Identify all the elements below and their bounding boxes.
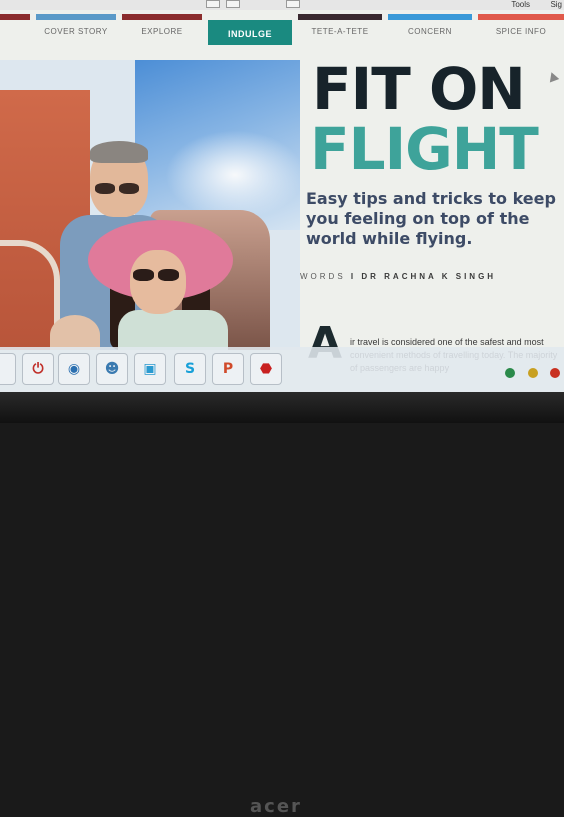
nav-tab-bar (298, 14, 382, 20)
pdf-reader-button[interactable]: ⬣ (250, 353, 282, 385)
globe-icon: ◉ (67, 361, 81, 377)
byline-prefix: WORDS (300, 272, 346, 281)
article-title-line2: FLIGHT (310, 115, 539, 183)
power-button[interactable]: ⏻ (22, 353, 54, 385)
pdf-icon: ⬣ (259, 361, 273, 377)
woman-face (130, 250, 186, 314)
byline-author: DR RACHNA K SINGH (361, 272, 497, 281)
toolbar-icon[interactable] (226, 0, 240, 8)
man-sunglasses (95, 181, 143, 194)
photo-cloud (165, 130, 300, 220)
nav-tab-concern[interactable]: CONCERN (388, 14, 472, 52)
article-subtitle: Easy tips and tricks to keep you feeling… (306, 189, 556, 248)
tools-menu[interactable]: Tools (511, 0, 530, 9)
powerpoint-icon: P (222, 361, 234, 377)
alert-icon[interactable] (550, 368, 560, 378)
app-toolbar: Tools Sig (0, 0, 564, 10)
nav-tab-label: EXPLORE (141, 27, 183, 36)
mouse-cursor (546, 70, 560, 83)
nav-tab-bar (122, 14, 202, 20)
power-icon: ⏻ (32, 361, 44, 377)
app-button-3[interactable]: ▣ (134, 353, 166, 385)
app-button-1[interactable]: ◉ (58, 353, 90, 385)
system-tray (497, 365, 560, 379)
nav-tab-label: INDULGE (228, 29, 272, 39)
article-title-line1: FIT ON (312, 55, 526, 123)
photo-woman (88, 210, 238, 350)
article-byline: WORDS I DR RACHNA K SINGH (300, 272, 496, 281)
nav-tab-tete-a-tete[interactable]: TETE-A-TETE (298, 14, 382, 52)
nav-tab-explore[interactable]: EXPLORE (122, 14, 202, 52)
app-button-2[interactable]: ☻ (96, 353, 128, 385)
toolbar-icon[interactable] (206, 0, 220, 8)
man-hair (90, 141, 148, 163)
window-icon: ▣ (143, 361, 157, 377)
skype-button[interactable]: S (174, 353, 206, 385)
nav-tab[interactable] (0, 14, 30, 52)
people-icon: ☻ (104, 361, 120, 377)
nav-tab-label: TETE-A-TETE (311, 27, 369, 36)
nav-tab-bar (36, 14, 116, 20)
sign-menu[interactable]: Sig (550, 0, 562, 9)
woman-top (118, 310, 228, 350)
nav-tab-label: CONCERN (408, 27, 452, 36)
nav-tab-cover-story[interactable]: COVER STORY (36, 14, 116, 52)
windows-taskbar: ⏻ ◉ ☻ ▣ S P ⬣ (0, 347, 564, 392)
nav-tab-bar (0, 14, 30, 20)
toolbar-icon[interactable] (286, 0, 300, 8)
photo-child (50, 315, 100, 350)
nav-tab-spice-info[interactable]: SPICE INFO (478, 14, 564, 52)
battery-icon[interactable] (527, 368, 538, 378)
nav-tab-bar (388, 14, 472, 20)
woman-sunglasses (133, 268, 183, 281)
article-hero-photo (0, 60, 300, 350)
nav-tab-label: SPICE INFO (495, 27, 547, 36)
network-icon[interactable] (505, 368, 516, 378)
nav-tab-label: COVER STORY (44, 27, 108, 36)
laptop-brand-logo: acer (250, 796, 302, 817)
laptop-bezel: acer (0, 392, 564, 817)
screen: Tools Sig COVER STORY EXPLORE INDULGE TE… (0, 0, 564, 392)
nav-tab-indulge[interactable]: INDULGE (208, 20, 292, 45)
byline-separator: I (350, 272, 357, 281)
nav-tab-bar (478, 14, 564, 20)
magazine-section-nav: COVER STORY EXPLORE INDULGE TETE-A-TETE … (0, 10, 564, 52)
start-button[interactable] (0, 353, 16, 385)
powerpoint-button[interactable]: P (212, 353, 244, 385)
skype-icon: S (184, 361, 196, 377)
